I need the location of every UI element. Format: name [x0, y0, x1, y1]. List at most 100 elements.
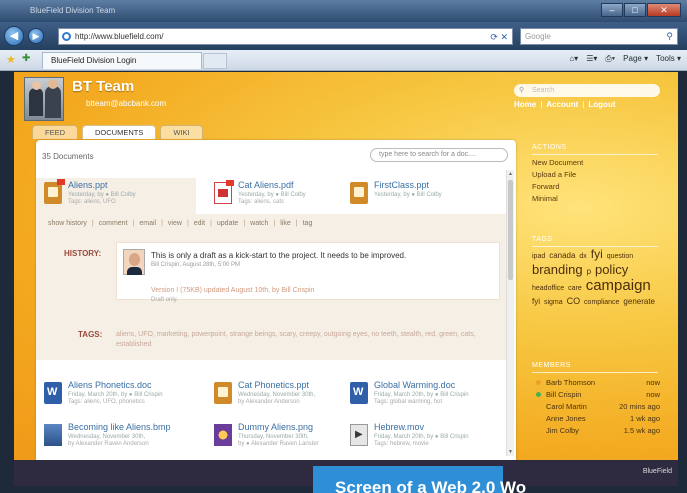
document-name[interactable]: Hebrew.mov [374, 422, 424, 432]
tab-documents[interactable]: DOCUMENTS [82, 125, 157, 139]
document-name[interactable]: Dummy Aliens.png [238, 422, 313, 432]
command-bar: ⌂▾ ☰▾ ⎙▾ Page ▾ Tools ▾ [569, 54, 681, 64]
document-item[interactable]: Cat Phonetics.ppt Wednesday, November 30… [214, 378, 354, 414]
maximize-icon[interactable]: □ [624, 3, 646, 17]
tag-cloud-item[interactable]: branding [532, 262, 583, 277]
action-forward[interactable]: Forward [532, 182, 560, 191]
word-file-icon [44, 382, 62, 404]
member-name[interactable]: Bill Crispin [546, 390, 581, 399]
browser-search-input[interactable]: Google ⚲ [520, 28, 678, 45]
document-item[interactable]: Cat Aliens.pdf Yesterday, by ● Bill Colb… [214, 178, 354, 214]
document-name[interactable]: Aliens Phonetics.doc [68, 380, 152, 390]
team-email[interactable]: btteam@abcbank.com [86, 99, 166, 108]
document-item[interactable]: Hebrew.mov Friday, March 20th, by ● Bill… [350, 420, 500, 456]
tag-cloud-item[interactable]: canada [549, 251, 575, 260]
action-view[interactable]: view [168, 220, 182, 227]
document-meta: Thursday, November 30th, [238, 434, 309, 440]
action-comment[interactable]: comment [99, 220, 128, 227]
tag-cloud: ipad canada dx fyi question branding p p… [532, 248, 662, 309]
tag-cloud-item[interactable]: dx [579, 253, 586, 260]
document-name[interactable]: Cat Aliens.pdf [238, 180, 294, 190]
document-item[interactable]: FirstClass.ppt Yesterday, by ● Bill Colb… [350, 178, 500, 214]
document-item[interactable]: Global Warming.doc Friday, March 20th, b… [350, 378, 500, 414]
tag-cloud-item[interactable]: compliance [584, 299, 619, 306]
document-meta: Friday, March 20th, by ● Bill Crispin [374, 434, 469, 440]
tag-cloud-item[interactable]: headoffice [532, 285, 564, 292]
minimize-icon[interactable]: – [601, 3, 623, 17]
document-name[interactable]: Cat Phonetics.ppt [238, 380, 309, 390]
tag-cloud-item[interactable]: campaign [586, 277, 651, 294]
page-menu[interactable]: Page ▾ [623, 54, 648, 64]
refresh-icon[interactable]: ⟳ ✕ [490, 30, 508, 45]
document-tags: by Alexander Raven Anderson [68, 441, 149, 447]
search-icon[interactable]: ⚲ [666, 29, 673, 44]
tools-menu[interactable]: Tools ▾ [656, 54, 681, 64]
document-item[interactable]: Aliens Phonetics.doc Friday, March 20th,… [44, 378, 204, 414]
document-name[interactable]: Aliens.ppt [68, 180, 108, 190]
close-icon[interactable]: ✕ [647, 3, 681, 17]
document-search-input[interactable]: type here to search for a doc.... [370, 148, 508, 162]
action-edit[interactable]: edit [194, 220, 205, 227]
tag-cloud-item[interactable]: care [568, 285, 582, 292]
pdf-file-icon [214, 180, 234, 204]
action-watch[interactable]: watch [250, 220, 268, 227]
action-like[interactable]: like [280, 220, 291, 227]
site-search-input[interactable]: ⚲ Search [514, 84, 660, 97]
url-text: http://www.bluefield.com/ [75, 32, 164, 41]
tab-feed[interactable]: FEED [32, 125, 79, 139]
tag-cloud-item[interactable]: question [607, 253, 633, 260]
action-minimal[interactable]: Minimal [532, 194, 558, 203]
member-name[interactable]: Anne Jones [546, 414, 586, 423]
forward-icon[interactable]: ▶ [28, 28, 44, 44]
scroll-up-icon[interactable]: ▲ [508, 171, 513, 177]
action-update[interactable]: update [217, 220, 238, 227]
tag-cloud-item[interactable]: p [587, 267, 591, 276]
logout-link[interactable]: Logout [588, 100, 615, 109]
favorites-star-icon[interactable]: ★ [6, 53, 16, 66]
history-label: HISTORY: [64, 249, 102, 258]
movie-file-icon [350, 424, 368, 446]
documents-scrollbar[interactable]: ▲ ▼ [506, 170, 514, 456]
back-icon[interactable]: ◀ [4, 26, 24, 46]
member-last-seen: now [646, 378, 660, 387]
tag-cloud-item[interactable]: ipad [532, 253, 545, 260]
tag-cloud-item[interactable]: fyi [591, 247, 603, 261]
tag-cloud-item[interactable]: policy [595, 262, 628, 277]
feeds-icon[interactable]: ☰▾ [586, 54, 597, 64]
member-name[interactable]: Barb Thomson [546, 378, 595, 387]
home-link[interactable]: Home [514, 100, 536, 109]
image-file-icon [214, 424, 232, 446]
document-item[interactable]: Dummy Aliens.png Thursday, November 30th… [214, 420, 354, 456]
tab-wiki[interactable]: WIKI [160, 125, 203, 139]
browser-tab-active[interactable]: BlueField Division Login [42, 52, 202, 69]
document-item[interactable]: Becoming like Aliens.bmp Wednesday, Nove… [44, 420, 204, 456]
action-tag[interactable]: tag [303, 220, 313, 227]
address-bar[interactable]: http://www.bluefield.com/ ⟳ ✕ [58, 28, 513, 45]
new-tab-button[interactable] [203, 53, 227, 69]
account-link[interactable]: Account [546, 100, 578, 109]
action-new-document[interactable]: New Document [532, 158, 583, 167]
tag-cloud-item[interactable]: generate [623, 297, 655, 306]
tag-cloud-item[interactable]: sigma [544, 299, 563, 306]
home-icon[interactable]: ⌂▾ [569, 54, 578, 64]
document-name[interactable]: Becoming like Aliens.bmp [68, 422, 171, 432]
member-name[interactable]: Carol Martin [546, 402, 587, 411]
scroll-down-icon[interactable]: ▼ [508, 449, 513, 455]
tag-cloud-item[interactable]: CO [567, 296, 581, 306]
print-icon[interactable]: ⎙▾ [605, 54, 615, 64]
document-meta: Friday, March 20th, by ● Bill Crispin [374, 392, 469, 398]
history-box: This is only a draft as a kick-start to … [116, 242, 500, 303]
document-name[interactable]: Global Warming.doc [374, 380, 455, 390]
document-meta: Yesterday, by ● Bill Colby [374, 192, 442, 198]
action-show-history[interactable]: show history [48, 220, 87, 227]
scroll-thumb[interactable] [508, 180, 513, 280]
action-upload-file[interactable]: Upload a File [532, 170, 576, 179]
page-content: BT Team btteam@abcbank.com ⚲ Search Home… [14, 72, 678, 460]
history-version-link[interactable]: Version I (75KB) updated August 10th, by… [151, 287, 314, 294]
tag-cloud-item[interactable]: fyi [532, 297, 540, 306]
action-email[interactable]: email [139, 220, 156, 227]
document-item[interactable]: Aliens.ppt Yesterday, by ● Bill Colby Ta… [36, 178, 196, 214]
member-name[interactable]: Jim Colby [546, 426, 579, 435]
document-name[interactable]: FirstClass.ppt [374, 180, 429, 190]
add-favorite-icon[interactable]: ✚ [22, 53, 30, 64]
